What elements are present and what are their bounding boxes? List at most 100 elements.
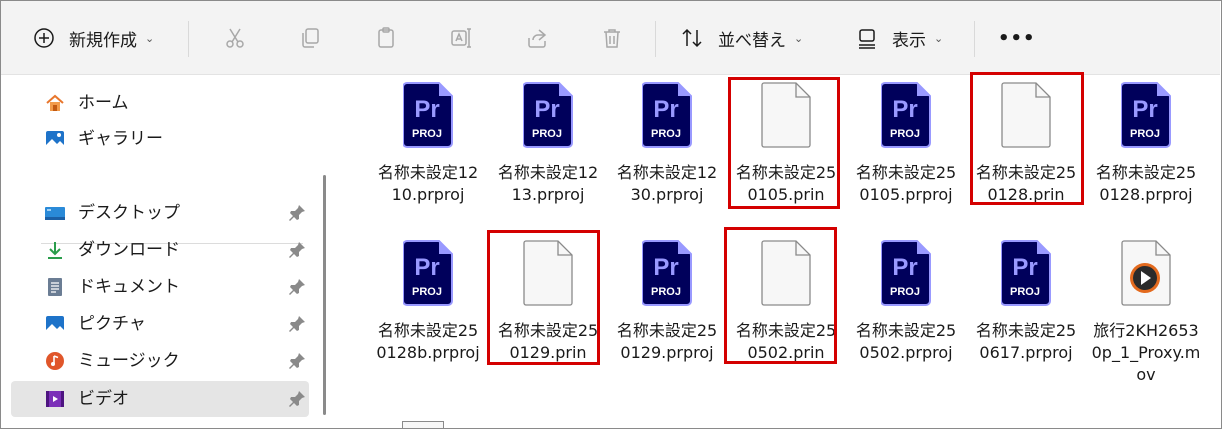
share-button[interactable] xyxy=(517,19,557,57)
sidebar-item-label: ピクチャ xyxy=(78,314,146,334)
sidebar-item-label: ドキュメント xyxy=(78,277,180,297)
gallery-icon xyxy=(46,131,64,147)
file-item[interactable]: Pr PROJ 名称未設定1230.prproj xyxy=(612,82,722,232)
command-bar: 新規作成 ⌄ 並べ替え ⌄ 表示 ⌄ ••• xyxy=(1,1,1220,75)
view-button[interactable]: 表示 ⌄ xyxy=(856,19,943,57)
premiere-project-icon: Pr PROJ xyxy=(641,82,692,148)
new-button[interactable]: 新規作成 ⌄ xyxy=(33,19,154,57)
file-item[interactable]: Pr PROJ 名称未設定250502.prproj xyxy=(851,240,961,390)
svg-text:Pr: Pr xyxy=(1012,254,1037,281)
documents-icon xyxy=(48,278,62,296)
file-name: 名称未設定250502.prproj xyxy=(855,321,957,362)
pin-icon[interactable] xyxy=(287,389,307,409)
pin-icon[interactable] xyxy=(287,351,307,371)
file-name: 名称未設定250105.prproj xyxy=(855,163,957,204)
file-name: 名称未設定250128b.prproj xyxy=(376,321,480,362)
premiere-project-icon: Pr PROJ xyxy=(1120,82,1171,148)
svg-text:Pr: Pr xyxy=(414,254,439,281)
sidebar-scrollbar[interactable] xyxy=(323,175,326,415)
highlight-annotation xyxy=(724,227,837,364)
sidebar-item-label: ホーム xyxy=(78,93,129,113)
partial-file-item[interactable] xyxy=(402,421,444,428)
separator xyxy=(655,21,656,57)
file-item[interactable]: Pr PROJ 名称未設定1213.prproj xyxy=(493,82,603,232)
file-item[interactable]: Pr PROJ 名称未設定250128.prproj xyxy=(1091,82,1201,232)
view-icon xyxy=(859,29,875,49)
file-name: 名称未設定250128.prproj xyxy=(1095,163,1197,204)
file-item[interactable]: Pr PROJ 名称未設定250105.prproj xyxy=(851,82,961,232)
sort-button[interactable]: 並べ替え ⌄ xyxy=(680,19,803,57)
highlight-annotation xyxy=(970,72,1084,205)
file-item[interactable]: Pr PROJ 名称未設定1210.prproj xyxy=(373,82,483,232)
svg-text:Pr: Pr xyxy=(414,96,439,123)
svg-text:Pr: Pr xyxy=(653,254,678,281)
separator xyxy=(974,21,975,57)
file-name: 名称未設定250617.prproj xyxy=(975,321,1077,362)
sidebar-item-label: ミュージック xyxy=(78,351,180,371)
pin-icon[interactable] xyxy=(287,314,307,334)
pin-icon[interactable] xyxy=(287,277,307,297)
music-icon xyxy=(46,352,64,370)
scissors-icon xyxy=(226,28,244,48)
highlight-annotation xyxy=(487,230,600,365)
sidebar-item-label: ビデオ xyxy=(78,389,129,409)
svg-text:PROJ: PROJ xyxy=(651,128,681,140)
svg-text:PROJ: PROJ xyxy=(412,128,442,140)
view-button-label: 表示 xyxy=(892,30,926,51)
home-icon xyxy=(46,94,64,111)
file-item[interactable]: Pr PROJ 名称未設定250128b.prproj xyxy=(373,240,483,390)
premiere-project-icon: Pr PROJ xyxy=(880,82,931,148)
svg-text:PROJ: PROJ xyxy=(532,128,562,140)
copy-button[interactable] xyxy=(290,19,330,57)
premiere-project-icon: Pr PROJ xyxy=(880,240,931,306)
svg-text:PROJ: PROJ xyxy=(1130,128,1160,140)
file-grid: Pr PROJ 名称未設定1210.prproj Pr PROJ 名称未設定1213.pr… xyxy=(340,72,1220,428)
more-options-button[interactable]: ••• xyxy=(998,19,1036,57)
cut-button[interactable] xyxy=(215,19,255,57)
file-name: 名称未設定1230.prproj xyxy=(616,163,718,204)
copy-icon xyxy=(302,28,319,48)
file-item[interactable]: Pr PROJ 名称未設定250129.prproj xyxy=(612,240,722,390)
svg-text:PROJ: PROJ xyxy=(890,128,920,140)
file-item[interactable]: 旅行2KH26530p_1_Proxy.mov xyxy=(1091,240,1201,390)
sidebar-item-music[interactable]: ミュージック xyxy=(11,343,309,379)
svg-text:Pr: Pr xyxy=(653,96,678,123)
file-name: 名称未設定1210.prproj xyxy=(377,163,479,204)
pin-icon[interactable] xyxy=(287,203,307,223)
delete-button[interactable] xyxy=(592,19,632,57)
sidebar-item-gallery[interactable]: ギャラリー xyxy=(11,121,309,157)
rename-button[interactable] xyxy=(441,19,481,57)
pictures-icon xyxy=(46,316,64,332)
sidebar-item-downloads[interactable]: ダウンロード xyxy=(11,232,309,268)
video-file-icon xyxy=(1121,240,1171,306)
share-icon xyxy=(528,29,547,48)
video-icon xyxy=(46,391,64,407)
svg-text:Pr: Pr xyxy=(892,254,917,281)
sidebar-item-documents[interactable]: ドキュメント xyxy=(11,269,309,305)
trash-icon xyxy=(604,29,620,48)
clipboard-icon xyxy=(378,27,394,48)
sidebar-item-pictures[interactable]: ピクチャ xyxy=(11,306,309,342)
chevron-down-icon: ⌄ xyxy=(145,31,155,45)
premiere-project-icon: Pr PROJ xyxy=(402,82,453,148)
sidebar-item-desktop[interactable]: デスクトップ xyxy=(11,195,309,231)
file-name: 旅行2KH26530p_1_Proxy.mov xyxy=(1091,321,1201,384)
sidebar-item-videos[interactable]: ビデオ xyxy=(11,381,309,417)
file-item[interactable]: Pr PROJ 名称未設定250617.prproj xyxy=(971,240,1081,390)
file-name: 名称未設定250129.prproj xyxy=(616,321,718,362)
highlight-annotation xyxy=(728,77,840,209)
desktop-icon xyxy=(45,207,65,220)
svg-text:PROJ: PROJ xyxy=(890,286,920,298)
chevron-down-icon: ⌄ xyxy=(794,31,804,45)
new-button-label: 新規作成 xyxy=(69,30,137,51)
svg-text:Pr: Pr xyxy=(892,96,917,123)
paste-button[interactable] xyxy=(366,19,406,57)
sidebar-item-home[interactable]: ホーム xyxy=(11,85,309,121)
svg-text:Pr: Pr xyxy=(1132,96,1157,123)
svg-text:PROJ: PROJ xyxy=(412,286,442,298)
premiere-project-icon: Pr PROJ xyxy=(522,82,573,148)
download-icon xyxy=(48,242,62,259)
premiere-project-icon: Pr PROJ xyxy=(641,240,692,306)
plus-circle-icon xyxy=(34,28,54,48)
pin-icon[interactable] xyxy=(287,240,307,260)
